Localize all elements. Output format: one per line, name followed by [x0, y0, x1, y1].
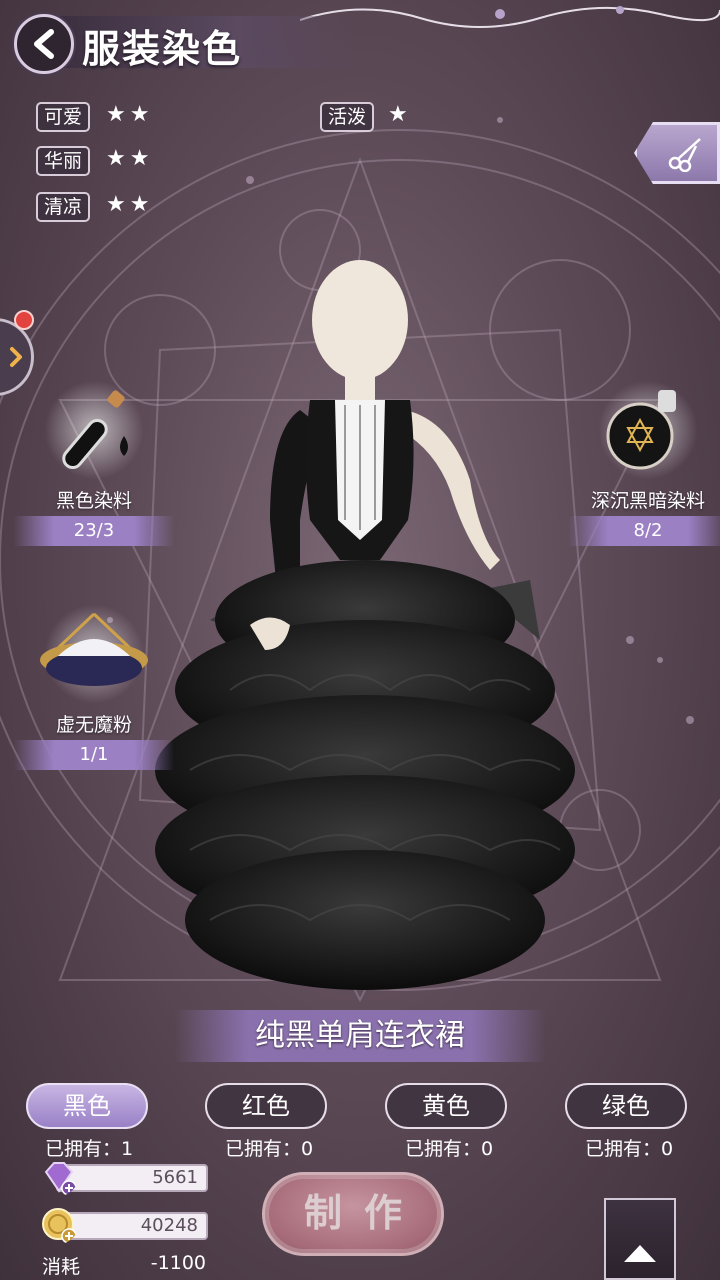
- triangle-up-icon: [624, 1245, 656, 1262]
- stat-label-gorgeous: 华丽: [36, 146, 91, 176]
- cost-label: 消耗: [42, 1256, 81, 1278]
- header-bar: 服装染色: [0, 0, 720, 80]
- color-option-red[interactable]: 红色: [205, 1083, 327, 1129]
- dress-name: 纯黑单肩连衣裙: [255, 1018, 465, 1053]
- gold-coin-icon[interactable]: [40, 1206, 78, 1244]
- gold-balance: 40248: [56, 1212, 208, 1240]
- material-item-void-powder[interactable]: 虚无魔粉 1/1: [14, 604, 174, 774]
- stat-stars-lively: ★: [388, 102, 412, 127]
- material-item-black-dye[interactable]: 黑色染料 23/3: [14, 380, 174, 550]
- color-option-green[interactable]: 绿色: [565, 1083, 687, 1129]
- chevron-left-icon: [34, 29, 54, 59]
- back-button[interactable]: [14, 14, 74, 74]
- material-name: 深沉黑暗染料: [590, 490, 705, 512]
- magic-powder-icon: [40, 612, 148, 686]
- material-name: 虚无魔粉: [55, 714, 132, 736]
- scissors-icon: [668, 138, 701, 172]
- color-option-yellow[interactable]: 黄色: [385, 1083, 507, 1129]
- ink-vial-icon: [62, 390, 128, 470]
- material-count: 8/2: [568, 516, 720, 546]
- owned-count-yellow: 已拥有：0: [404, 1138, 494, 1160]
- owned-count-green: 已拥有：0: [584, 1138, 674, 1160]
- stat-label-lively: 活泼: [320, 102, 375, 132]
- page-title: 服装染色: [82, 27, 243, 71]
- scroll-up-button[interactable]: [604, 1198, 676, 1280]
- dress-mannequin-figure: [155, 260, 575, 990]
- stat-stars-cute: ★★: [106, 102, 154, 127]
- vine-ornament-icon: [300, 6, 720, 28]
- dark-potion-icon: [606, 390, 676, 470]
- make-button[interactable]: 制作: [262, 1172, 444, 1256]
- material-count: 1/1: [14, 740, 174, 770]
- diamond-balance: 5661: [56, 1164, 208, 1192]
- material-name: 黑色染料: [55, 490, 132, 512]
- color-option-black[interactable]: 黑色: [26, 1083, 148, 1129]
- owned-count-red: 已拥有：0: [224, 1138, 314, 1160]
- stat-stars-gorgeous: ★★: [106, 146, 154, 171]
- material-item-dark-dye[interactable]: 深沉黑暗染料 8/2: [568, 380, 720, 550]
- chevron-right-icon: [10, 347, 22, 367]
- stat-label-cute: 可爱: [36, 102, 91, 132]
- material-count: 23/3: [14, 516, 174, 546]
- diamond-icon[interactable]: [40, 1158, 78, 1196]
- cost-value: -1100: [150, 1252, 206, 1274]
- stat-stars-cool: ★★: [106, 192, 154, 217]
- stat-label-cool: 清凉: [36, 192, 91, 222]
- owned-count-black: 已拥有：1: [44, 1138, 134, 1160]
- notification-dot: [14, 310, 34, 330]
